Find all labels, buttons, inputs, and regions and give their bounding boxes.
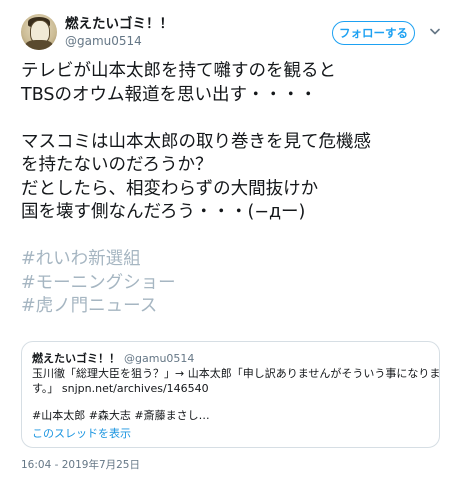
tweet-text-line: を持たないのだろうか？	[21, 155, 213, 175]
author-display-name[interactable]: 燃えたいゴミ！！	[65, 15, 173, 33]
avatar[interactable]	[21, 14, 57, 50]
quoted-tweet-header: 燃えたいゴミ！！ @gamu0514	[32, 351, 194, 366]
avatar-body	[25, 40, 53, 50]
quoted-tweet[interactable]: 燃えたいゴミ！！ @gamu0514 玉川徹「総理大臣を狙う？」→ 山本太郎「申し…	[21, 341, 440, 448]
tweet-text-line: TBSのオウム報道を思い出す・・・・	[21, 84, 317, 105]
tweet-timestamp[interactable]: 16:04 - 2019年7月25日	[21, 458, 140, 472]
quoted-author-name: 燃えたいゴミ！！	[32, 352, 120, 365]
author-handle: @gamu0514	[65, 34, 142, 48]
quoted-author-handle: @gamu0514	[124, 352, 195, 365]
tweet-text-line: だとしたら、相変わらずの大間抜けか	[21, 178, 319, 199]
show-thread-link[interactable]: このスレッドを表示	[32, 426, 131, 441]
tweet-card: 燃えたいゴミ！！ @gamu0514 フォローする テレビが山本太郎を持て囃すの…	[0, 0, 453, 482]
chevron-down-icon[interactable]	[430, 28, 440, 36]
tweet-text-line: マスコミは山本太郎の取り巻きを見て危機感	[21, 131, 371, 152]
hashtag-link[interactable]: #虎ノ門ニュース	[21, 296, 157, 316]
quoted-tweet-text: 玉川徹「総理大臣を狙う？」→ 山本太郎「申し訳ありませんがそういう事になりま す…	[32, 366, 441, 396]
hashtag-link[interactable]: #モーニングショー	[21, 273, 176, 293]
tweet-text-line: テレビが山本太郎を持て囃すのを観ると	[21, 61, 336, 81]
quoted-tweet-line: す。」 snjpn.net/archives/146540	[32, 382, 209, 395]
follow-button[interactable]: フォローする	[332, 21, 415, 45]
quoted-tweet-line: 玉川徹「総理大臣を狙う？」→ 山本太郎「申し訳ありませんがそういう事になりま	[32, 367, 441, 380]
tweet-text: テレビが山本太郎を持て囃すのを観ると TBSのオウム報道を思い出す・・・・ マス…	[21, 60, 446, 319]
quoted-tweet-hashtags: #山本太郎 #森大志 #斎藤まさし…	[32, 409, 210, 422]
tweet-text-line: 国を壊す側なんだろう・・・(−дー)	[21, 202, 306, 222]
hashtag-link[interactable]: #れいわ新選組	[21, 249, 141, 269]
